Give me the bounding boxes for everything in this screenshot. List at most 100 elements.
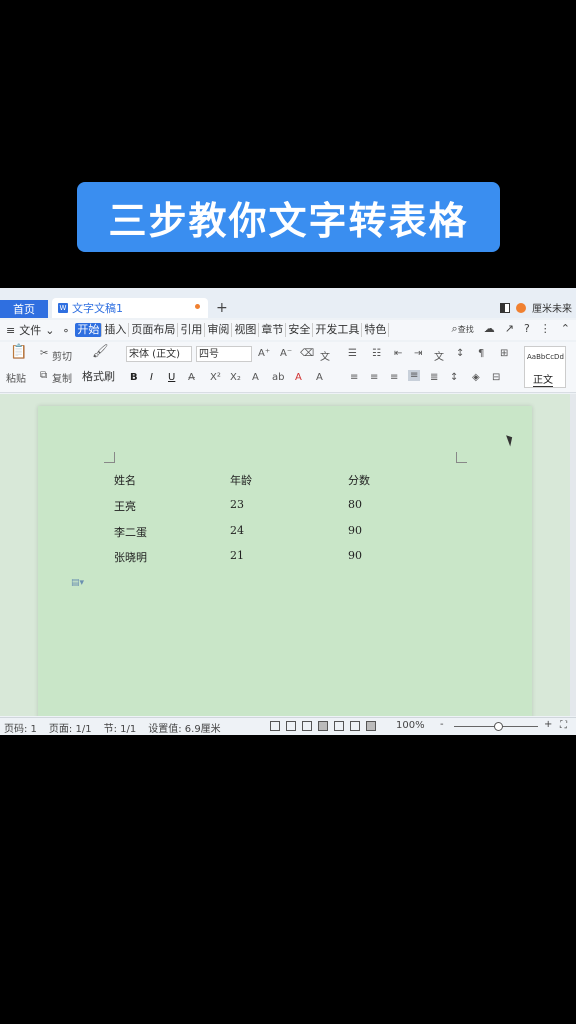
format-painter-button[interactable]: 格式刷 bbox=[82, 368, 115, 384]
italic-button[interactable]: I bbox=[150, 372, 153, 383]
tab-start[interactable]: 开始 bbox=[75, 323, 103, 337]
cell-name: 姓名 bbox=[114, 474, 136, 487]
chinese-layout-icon[interactable]: 文 bbox=[434, 348, 444, 363]
dot-icon: ∘ bbox=[62, 323, 70, 337]
margin-corner-top-left bbox=[104, 452, 115, 463]
phonetic-icon[interactable]: 文 bbox=[320, 348, 330, 363]
file-menu[interactable]: ≡ 文件 ⌄ bbox=[6, 322, 54, 338]
strikethrough-icon[interactable]: A̶ bbox=[188, 372, 195, 383]
shrink-font-icon[interactable]: A⁻ bbox=[280, 348, 292, 359]
text-effect-icon[interactable]: A bbox=[252, 372, 259, 383]
shading-icon[interactable]: ◈ bbox=[472, 372, 480, 383]
zoom-in-button[interactable]: + bbox=[544, 719, 552, 730]
font-color-icon[interactable]: A bbox=[295, 372, 302, 383]
distribute-icon[interactable]: ≣ bbox=[430, 372, 438, 383]
line-spacing-icon[interactable]: ↕ bbox=[450, 372, 458, 383]
page-view-icon[interactable] bbox=[318, 721, 328, 731]
increase-indent-icon[interactable]: ⇥ bbox=[414, 348, 422, 359]
cut-button[interactable]: 剪切 bbox=[52, 348, 72, 363]
zoom-level[interactable]: 100% bbox=[396, 720, 425, 731]
font-size-value: 四号 bbox=[199, 349, 219, 360]
tab-home[interactable]: 首页 bbox=[0, 300, 48, 318]
sort-icon[interactable]: ↕ bbox=[456, 348, 464, 359]
user-name[interactable]: 厘米未来 bbox=[532, 300, 572, 315]
zoom-slider-knob[interactable] bbox=[494, 722, 503, 731]
copy-button[interactable]: 复制 bbox=[52, 370, 72, 385]
paste-icon[interactable]: 📋 bbox=[10, 344, 27, 360]
edit-icon[interactable] bbox=[302, 721, 312, 731]
cell-age: 21 bbox=[230, 549, 244, 562]
grow-font-icon[interactable]: A⁺ bbox=[258, 348, 270, 359]
align-left-icon[interactable]: ≡ bbox=[350, 372, 358, 383]
cut-icon[interactable]: ✂ bbox=[40, 348, 48, 359]
format-painter-icon[interactable]: 🖌 bbox=[92, 344, 109, 359]
cell-name: 李二蛋 bbox=[114, 526, 147, 539]
font-size-select[interactable]: 四号 bbox=[196, 346, 252, 362]
eye-care-icon[interactable] bbox=[366, 721, 376, 731]
status-bar: 页码: 1 页面: 1/1 节: 1/1 设置值: 6.9厘米 100% - +… bbox=[0, 717, 576, 735]
document-page[interactable]: 姓名 年龄 分数 王亮 23 80 李二蛋 24 90 张晓明 21 90 ▤▾ bbox=[38, 406, 532, 716]
tab-page-layout[interactable]: 页面布局 bbox=[129, 323, 179, 337]
fit-icon[interactable] bbox=[270, 721, 280, 731]
titlebar-right: 厘米未来 bbox=[500, 300, 572, 315]
vertical-scrollbar[interactable] bbox=[570, 394, 576, 716]
document-icon: W bbox=[58, 303, 68, 313]
font-family-select[interactable]: 宋体 (正文) bbox=[126, 346, 192, 362]
decrease-indent-icon[interactable]: ⇤ bbox=[394, 348, 402, 359]
table-row: 张晓明 21 90 bbox=[114, 549, 414, 564]
bullets-icon[interactable]: ☰ bbox=[348, 348, 357, 359]
tab-chapter[interactable]: 章节 bbox=[259, 323, 287, 337]
justify-icon[interactable]: ≡ bbox=[408, 370, 421, 381]
align-right-icon[interactable]: ≡ bbox=[390, 372, 398, 383]
paragraph-handle-icon[interactable]: ▤▾ bbox=[71, 578, 84, 588]
tab-insert[interactable]: 插入 bbox=[102, 323, 130, 337]
char-shading-icon[interactable]: A bbox=[316, 372, 323, 383]
more-icon[interactable]: ⋮ bbox=[540, 322, 551, 336]
clear-format-icon[interactable]: ⌫ bbox=[300, 348, 314, 359]
tab-review[interactable]: 审阅 bbox=[205, 323, 233, 337]
status-setting: 设置值: 6.9厘米 bbox=[148, 723, 221, 735]
help-button[interactable]: ? bbox=[524, 322, 530, 336]
new-tab-button[interactable]: + bbox=[216, 300, 228, 316]
tab-developer[interactable]: 开发工具 bbox=[313, 323, 363, 337]
cell-name: 王亮 bbox=[114, 500, 136, 513]
chevron-down-icon: ⌄ bbox=[45, 323, 55, 337]
collapse-icon[interactable]: ⌃ bbox=[561, 322, 570, 336]
paste-button[interactable]: 粘贴 bbox=[6, 370, 26, 385]
outline-view-icon[interactable] bbox=[334, 721, 344, 731]
cell-name: 张晓明 bbox=[114, 551, 147, 564]
copy-icon[interactable]: ⧉ bbox=[40, 370, 47, 381]
table-row: 李二蛋 24 90 bbox=[114, 524, 414, 539]
view-mode-icons bbox=[270, 721, 376, 731]
bold-button[interactable]: B bbox=[130, 372, 138, 383]
layout-icon[interactable] bbox=[500, 302, 510, 313]
tab-view[interactable]: 视图 bbox=[232, 323, 260, 337]
superscript-icon[interactable]: X² bbox=[210, 372, 221, 383]
tab-security[interactable]: 安全 bbox=[286, 323, 314, 337]
style-normal[interactable]: AaBbCcDd 正文 bbox=[524, 346, 566, 388]
cloud-icon[interactable]: ☁ bbox=[484, 322, 495, 336]
highlight-icon[interactable]: ab bbox=[272, 372, 284, 383]
tab-document[interactable]: W 文字文稿1 bbox=[52, 298, 208, 318]
read-mode-icon[interactable] bbox=[286, 721, 296, 731]
web-view-icon[interactable] bbox=[350, 721, 360, 731]
avatar[interactable] bbox=[516, 302, 526, 313]
search-button[interactable]: ⌕查找 bbox=[452, 322, 474, 336]
table-row: 王亮 23 80 bbox=[114, 498, 414, 513]
show-marks-icon[interactable]: ¶ bbox=[478, 348, 484, 359]
style-sample: AaBbCcDd bbox=[527, 353, 564, 361]
fullscreen-icon[interactable]: ⛶ bbox=[560, 720, 567, 731]
share-icon[interactable]: ↗ bbox=[505, 322, 514, 336]
tab-references[interactable]: 引用 bbox=[178, 323, 206, 337]
align-center-icon[interactable]: ≡ bbox=[370, 372, 378, 383]
underline-button[interactable]: U bbox=[168, 372, 175, 383]
mouse-cursor-icon bbox=[506, 433, 515, 447]
ribbon: 📋 粘贴 ✂ 剪切 ⧉ 复制 🖌 格式刷 宋体 (正文) 四号 A⁺ A⁻ ⌫ … bbox=[0, 342, 576, 393]
tab-features[interactable]: 特色 bbox=[362, 323, 390, 337]
tab-home-label: 首页 bbox=[13, 303, 35, 316]
table-icon[interactable]: ⊞ bbox=[500, 348, 508, 359]
numbering-icon[interactable]: ☷ bbox=[372, 348, 381, 359]
zoom-out-button[interactable]: - bbox=[440, 719, 444, 730]
subscript-icon[interactable]: X₂ bbox=[230, 372, 241, 383]
borders-icon[interactable]: ⊟ bbox=[492, 372, 500, 383]
